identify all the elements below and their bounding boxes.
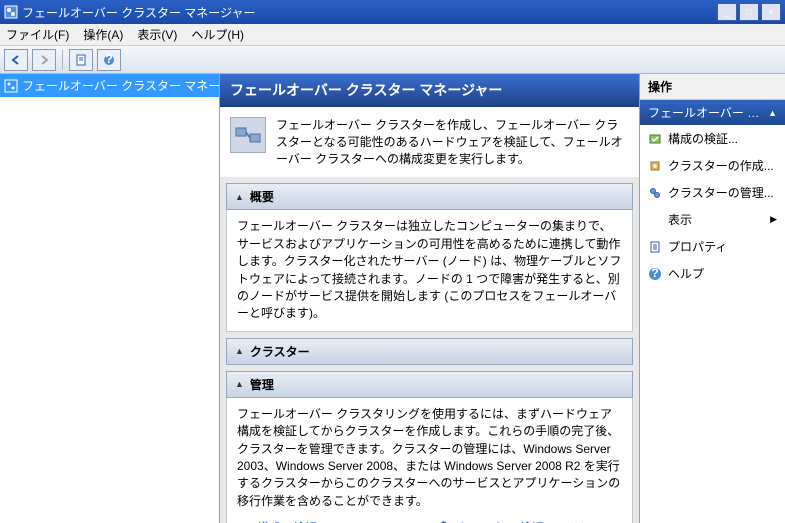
section-manage-text: フェールオーバー クラスタリングを使用するには、まずハードウェア構成を検証してか… (237, 406, 622, 510)
menu-file[interactable]: ファイル(F) (6, 26, 69, 43)
close-button[interactable]: × (761, 3, 781, 21)
menu-action[interactable]: 操作(A) (83, 26, 123, 43)
forward-button[interactable] (32, 49, 56, 71)
maximize-button[interactable]: □ (739, 3, 759, 21)
action-create[interactable]: クラスターの作成... (640, 152, 785, 179)
svg-text:?: ? (105, 54, 112, 66)
intro-icon (230, 117, 266, 153)
section-cluster: ▲ クラスター (226, 338, 633, 365)
cluster-manager-icon (4, 79, 18, 93)
validate-icon (648, 132, 662, 146)
action-help[interactable]: ? ヘルプ (640, 260, 785, 287)
create-icon (648, 159, 662, 173)
workspace: フェールオーバー クラスター マネージャ フェールオーバー クラスター マネージ… (0, 74, 785, 523)
actions-group-label: フェールオーバー クラ... (648, 104, 768, 121)
manage-icon (648, 186, 662, 200)
action-properties-label: プロパティ (668, 238, 727, 255)
action-properties[interactable]: プロパティ (640, 233, 785, 260)
action-validate-label: 構成の検証... (668, 130, 738, 147)
section-manage-body: フェールオーバー クラスタリングを使用するには、まずハードウェア構成を検証してか… (226, 398, 633, 523)
intro-text: フェールオーバー クラスターを作成し、フェールオーバー クラスターとなる可能性の… (276, 117, 627, 167)
title-bar: フェールオーバー クラスター マネージャー _ □ × (0, 0, 785, 24)
back-button[interactable] (4, 49, 28, 71)
section-overview-head[interactable]: ▲ 概要 (226, 183, 633, 210)
action-create-label: クラスターの作成... (668, 157, 774, 174)
toolbar-separator (62, 50, 63, 70)
help-icon: ? (648, 267, 662, 281)
action-view-label: 表示 (668, 211, 692, 228)
submenu-arrow-icon: ▶ (770, 214, 777, 225)
action-manage[interactable]: クラスターの管理... (640, 179, 785, 206)
svg-text:?: ? (651, 267, 658, 280)
section-manage-head[interactable]: ▲ 管理 (226, 371, 633, 398)
section-cluster-head[interactable]: ▲ クラスター (226, 338, 633, 365)
window-title: フェールオーバー クラスター マネージャー (18, 4, 717, 21)
section-manage: ▲ 管理 フェールオーバー クラスタリングを使用するには、まずハードウェア構成を… (226, 371, 633, 523)
toolbar: ? (0, 46, 785, 74)
actions-pane: 操作 フェールオーバー クラ... ▲ 構成の検証... クラスターの作成...… (640, 74, 785, 523)
menu-view[interactable]: 表示(V) (137, 26, 177, 43)
minimize-button[interactable]: _ (717, 3, 737, 21)
properties-button[interactable] (69, 49, 93, 71)
chevron-up-icon: ▲ (235, 192, 244, 202)
center-pane: フェールオーバー クラスター マネージャー フェールオーバー クラスターを作成し… (220, 74, 640, 523)
action-validate[interactable]: 構成の検証... (640, 125, 785, 152)
intro-block: フェールオーバー クラスターを作成し、フェールオーバー クラスターとなる可能性の… (220, 107, 639, 177)
section-cluster-title: クラスター (250, 343, 310, 360)
section-overview-body: フェールオーバー クラスターは独立したコンピューターの集まりで、サービスおよびア… (226, 210, 633, 331)
menu-bar: ファイル(F) 操作(A) 表示(V) ヘルプ(H) (0, 24, 785, 46)
actions-group-header[interactable]: フェールオーバー クラ... ▲ (640, 100, 785, 125)
section-manage-title: 管理 (250, 376, 274, 393)
tree-pane: フェールオーバー クラスター マネージャ (0, 74, 220, 523)
actions-title: 操作 (640, 74, 785, 100)
help-button[interactable]: ? (97, 49, 121, 71)
action-manage-label: クラスターの管理... (668, 184, 774, 201)
action-view[interactable]: · 表示 ▶ (640, 206, 785, 233)
menu-help[interactable]: ヘルプ(H) (191, 26, 244, 43)
section-overview: ▲ 概要 フェールオーバー クラスターは独立したコンピューターの集まりで、サービ… (226, 183, 633, 331)
action-help-label: ヘルプ (668, 265, 704, 282)
tree-root-label: フェールオーバー クラスター マネージャ (22, 77, 220, 94)
chevron-up-icon: ▲ (768, 108, 777, 118)
section-overview-title: 概要 (250, 188, 274, 205)
properties-icon (648, 240, 662, 254)
app-icon (4, 5, 18, 19)
center-header: フェールオーバー クラスター マネージャー (220, 74, 639, 107)
chevron-up-icon: ▲ (235, 379, 244, 389)
tree-root-node[interactable]: フェールオーバー クラスター マネージャ (0, 74, 219, 97)
chevron-up-icon: ▲ (235, 346, 244, 356)
